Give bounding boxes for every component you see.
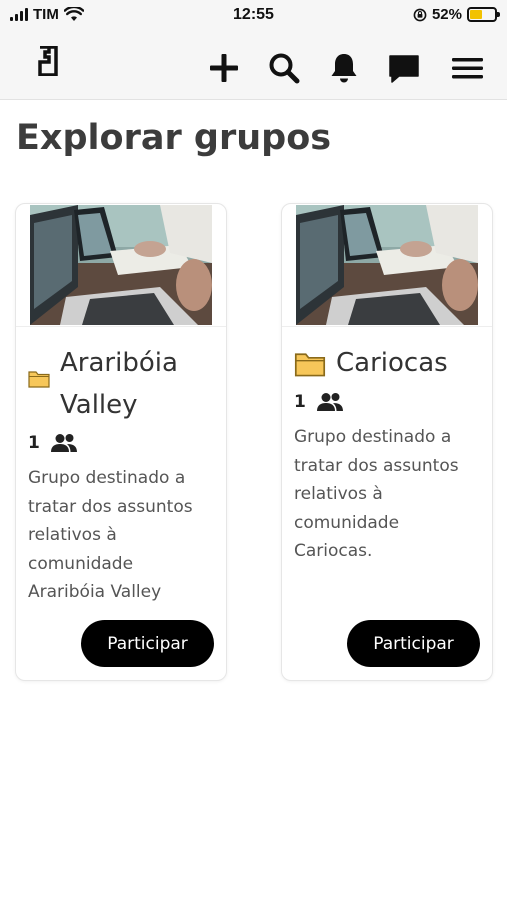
description-line: tratar dos assuntos	[294, 455, 459, 476]
group-name[interactable]: Araribóia Valley	[60, 342, 178, 426]
member-count-value: 1	[294, 392, 306, 412]
member-count-value: 1	[28, 433, 40, 453]
people-icon	[316, 393, 343, 411]
description-line: tratar dos assuntos	[28, 496, 193, 517]
group-name[interactable]: Cariocas	[336, 342, 448, 384]
group-name-line: Araribóia	[60, 348, 178, 378]
folder-icon	[28, 371, 50, 388]
folder-icon	[294, 352, 326, 376]
group-title: Araribóia Valley	[28, 342, 218, 426]
description-line: Grupo destinado a	[294, 427, 452, 447]
description-line: relativos à	[28, 525, 117, 545]
menu-icon[interactable]	[451, 51, 485, 85]
card-divider	[282, 326, 492, 327]
plus-icon[interactable]	[207, 51, 241, 85]
status-bar: TIM 12:55 52%	[0, 0, 507, 30]
group-description: Grupo destinado a tratar dos assuntos re…	[294, 423, 479, 566]
search-icon[interactable]	[267, 51, 301, 85]
member-count: 1	[28, 433, 78, 453]
description-line: comunidade	[294, 512, 400, 533]
card-divider	[16, 326, 226, 327]
description-line: Cariocas.	[294, 541, 373, 561]
battery-icon	[467, 7, 500, 22]
people-icon	[50, 434, 77, 452]
group-cover-image	[296, 205, 478, 325]
chat-icon[interactable]	[387, 51, 421, 85]
group-cover-image	[30, 205, 212, 325]
status-right: 52%	[413, 6, 500, 23]
group-card[interactable]: Cariocas 1 Grupo destinado a tratar dos …	[281, 203, 493, 681]
group-name-line: Valley	[60, 390, 138, 420]
join-button[interactable]: Participar	[81, 620, 214, 667]
battery-level	[470, 10, 483, 19]
group-card[interactable]: Araribóia Valley 1 Grupo destinado a tra…	[15, 203, 227, 681]
description-line: comunidade	[28, 553, 134, 574]
brand-logo-icon[interactable]	[38, 46, 58, 76]
join-button[interactable]: Participar	[347, 620, 480, 667]
description-line: Araribóia Valley	[28, 582, 162, 602]
description-line: relativos à	[294, 484, 383, 504]
page-title: Explorar grupos	[16, 118, 332, 158]
description-line: Grupo destinado a	[28, 468, 186, 488]
orientation-lock-icon	[413, 8, 427, 21]
bell-icon[interactable]	[327, 51, 361, 85]
app-header	[0, 30, 507, 100]
group-title: Cariocas	[294, 342, 484, 384]
member-count: 1	[294, 392, 344, 412]
group-description: Grupo destinado a tratar dos assuntos re…	[28, 464, 213, 607]
battery-percent: 52%	[431, 6, 462, 23]
